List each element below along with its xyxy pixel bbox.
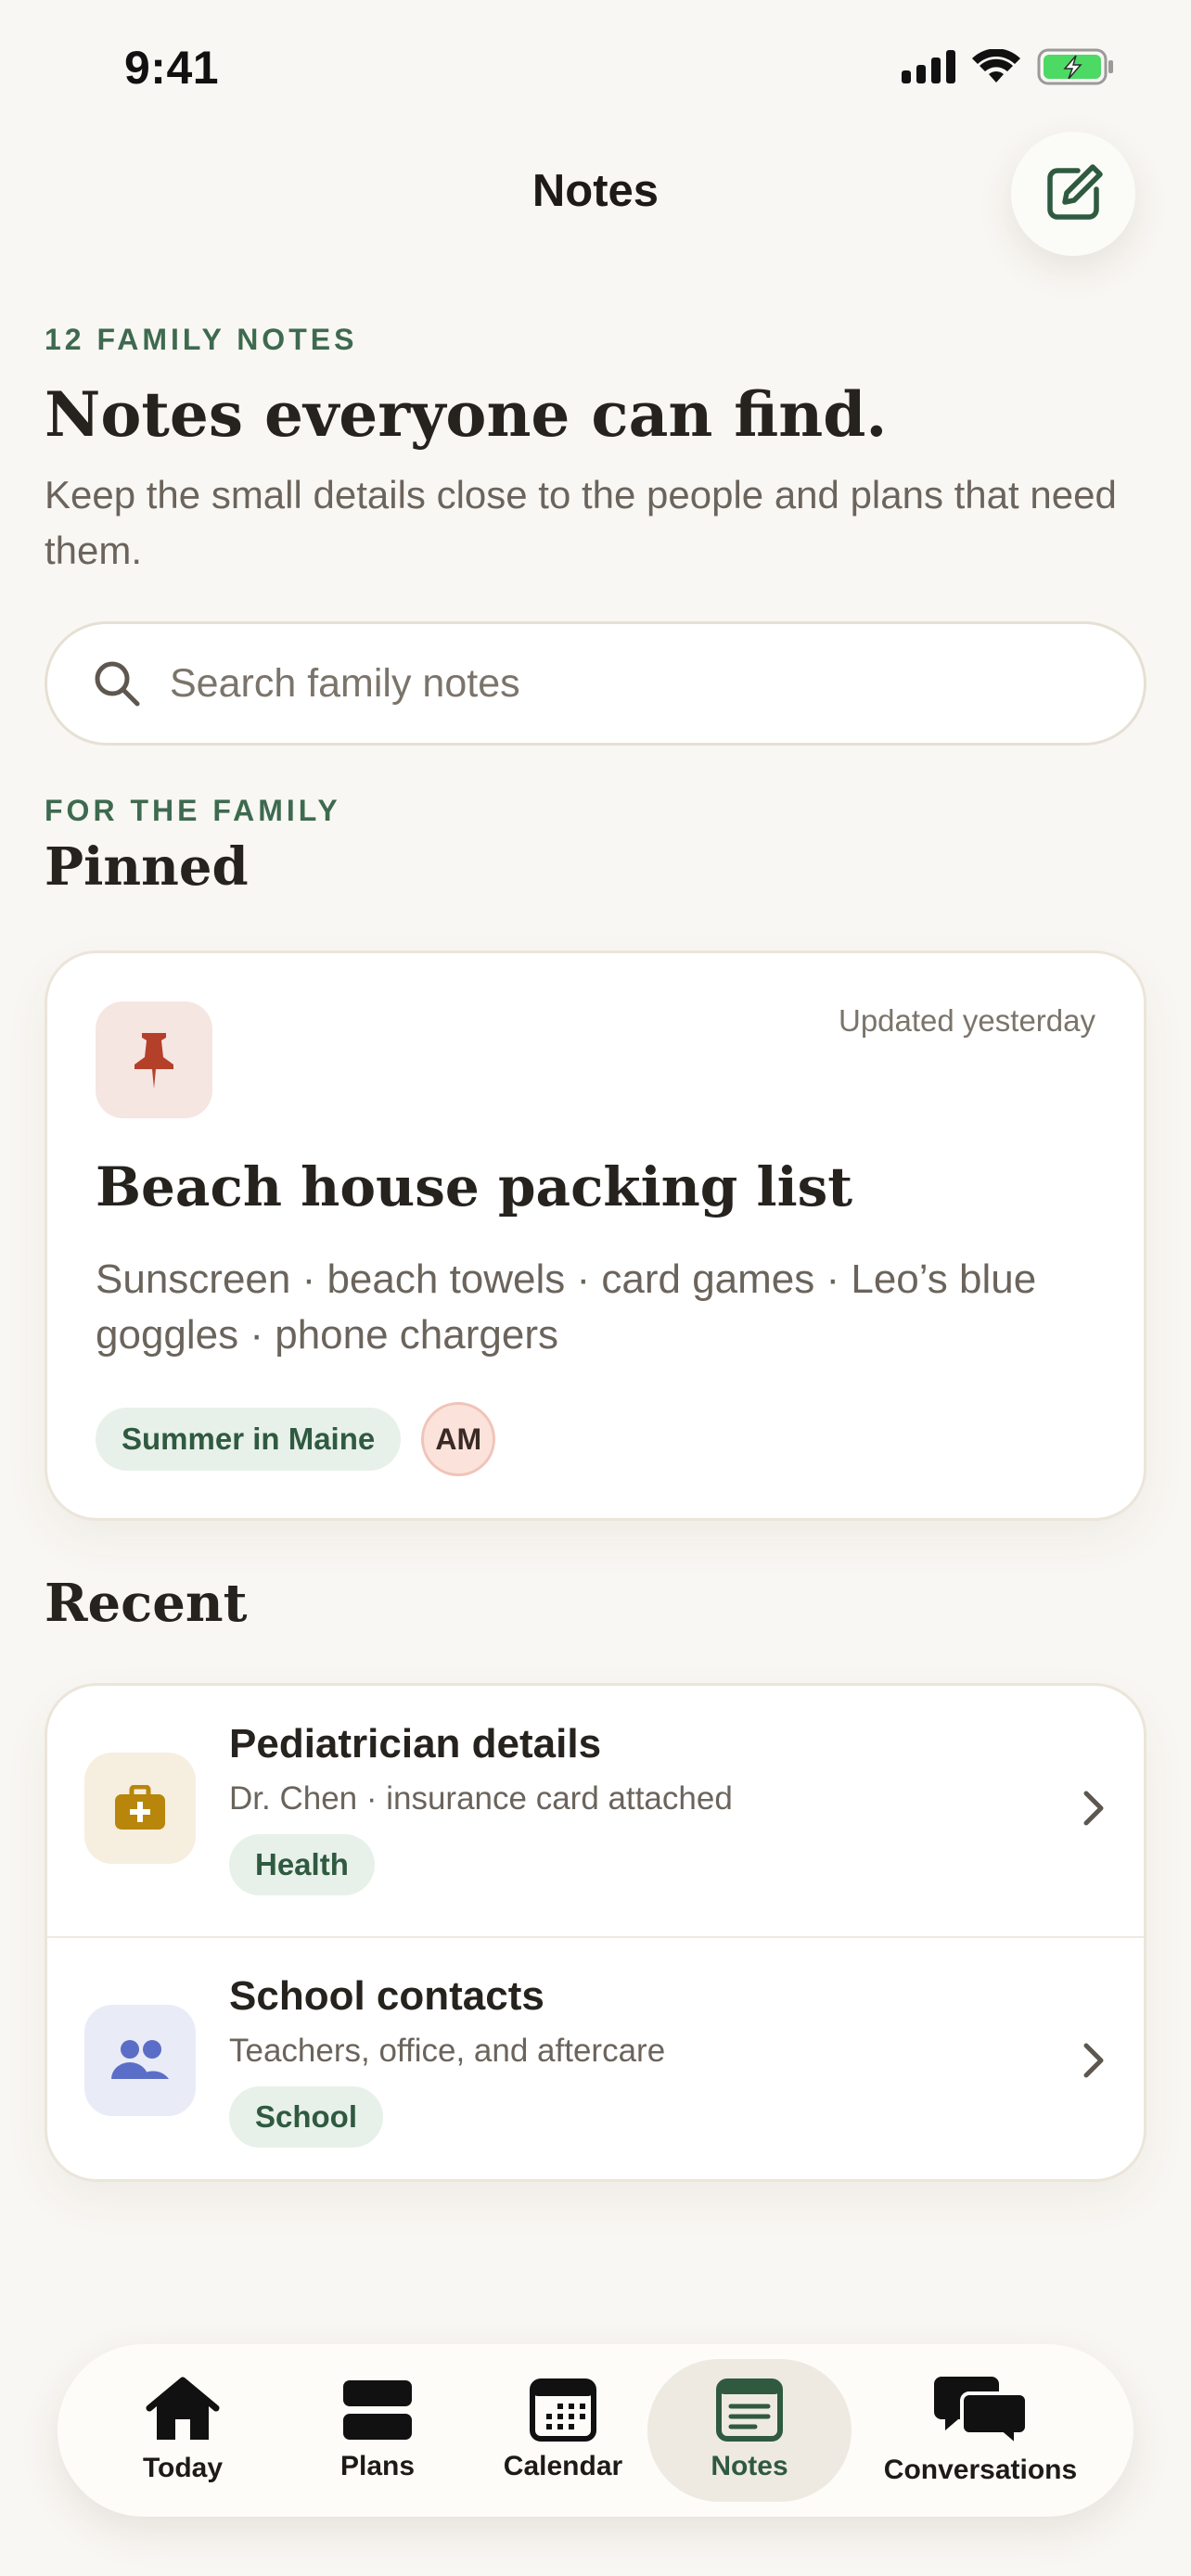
calendar-icon [530, 2378, 596, 2442]
tab-conversations[interactable]: Conversations [874, 2344, 1087, 2517]
plan-tag[interactable]: Summer in Maine [96, 1408, 402, 1471]
pin-tile [96, 1001, 212, 1118]
compose-note-button[interactable] [1011, 132, 1135, 256]
pinned-section-title: Pinned [45, 836, 249, 898]
pinned-note-title: Beach house packing list [96, 1155, 853, 1218]
note-subtitle: Teachers, office, and aftercare [229, 2033, 666, 2069]
tab-label: Plans [339, 2451, 416, 2481]
list-item[interactable]: School contacts Teachers, office, and af… [47, 1936, 1144, 2179]
tab-today[interactable]: Today [104, 2344, 262, 2517]
notes-icon [716, 2378, 783, 2442]
pushpin-icon [134, 1033, 173, 1089]
chevron-right-icon [1083, 2043, 1104, 2078]
note-title: School contacts [229, 1973, 544, 2019]
tab-calendar[interactable]: Calendar [475, 2344, 651, 2517]
school-tile [84, 2005, 196, 2116]
battery-charging-icon [1037, 48, 1113, 85]
hero-title: Notes everyone can find. [45, 378, 888, 451]
tab-label: Notes [711, 2451, 788, 2481]
status-time: 9:41 [124, 42, 220, 94]
pinned-note-body: Sunscreen · beach towels · card games · … [96, 1256, 1037, 1358]
plans-icon [343, 2380, 412, 2440]
medical-kit-icon [115, 1785, 165, 1830]
search-bar[interactable] [45, 621, 1146, 746]
tab-label: Calendar [503, 2451, 623, 2481]
people-icon [111, 2040, 169, 2079]
tab-bar: Today Plans Calendar Notes Conversations [58, 2344, 1133, 2517]
wifi-icon [972, 49, 1020, 83]
tab-label: Conversations [883, 2455, 1078, 2485]
status-indicators [902, 48, 1115, 85]
tab-notes[interactable]: Notes [666, 2344, 833, 2517]
school-tag[interactable]: School [229, 2086, 384, 2148]
health-tile [84, 1753, 196, 1864]
chat-bubbles-icon [934, 2377, 1027, 2445]
home-icon [146, 2377, 220, 2440]
tab-plans[interactable]: Plans [299, 2344, 456, 2517]
updated-timestamp: Updated yesterday [838, 1003, 1095, 1038]
notes-count-eyebrow: 12 FAMILY NOTES [45, 323, 358, 356]
search-icon [95, 661, 140, 707]
search-input[interactable] [170, 660, 1051, 707]
health-tag[interactable]: Health [229, 1834, 375, 1895]
chevron-right-icon [1083, 1791, 1104, 1826]
recent-section-title: Recent [45, 1573, 248, 1634]
recent-notes-list: Pediatrician details Dr. Chen · insuranc… [45, 1683, 1146, 2182]
cellular-signal-icon [902, 50, 955, 83]
pinned-eyebrow: FOR THE FAMILY [45, 794, 341, 827]
tab-label: Today [142, 2453, 224, 2483]
note-subtitle: Dr. Chen · insurance card attached [229, 1780, 733, 1817]
compose-icon [1047, 164, 1103, 220]
hero-subtitle: Keep the small details close to the peop… [45, 473, 1117, 572]
note-title: Pediatrician details [229, 1721, 602, 1766]
pinned-note-card[interactable]: Updated yesterday Beach house packing li… [45, 950, 1146, 1521]
avatar: AM [421, 1402, 496, 1476]
list-item[interactable]: Pediatrician details Dr. Chen · insuranc… [47, 1686, 1144, 1934]
